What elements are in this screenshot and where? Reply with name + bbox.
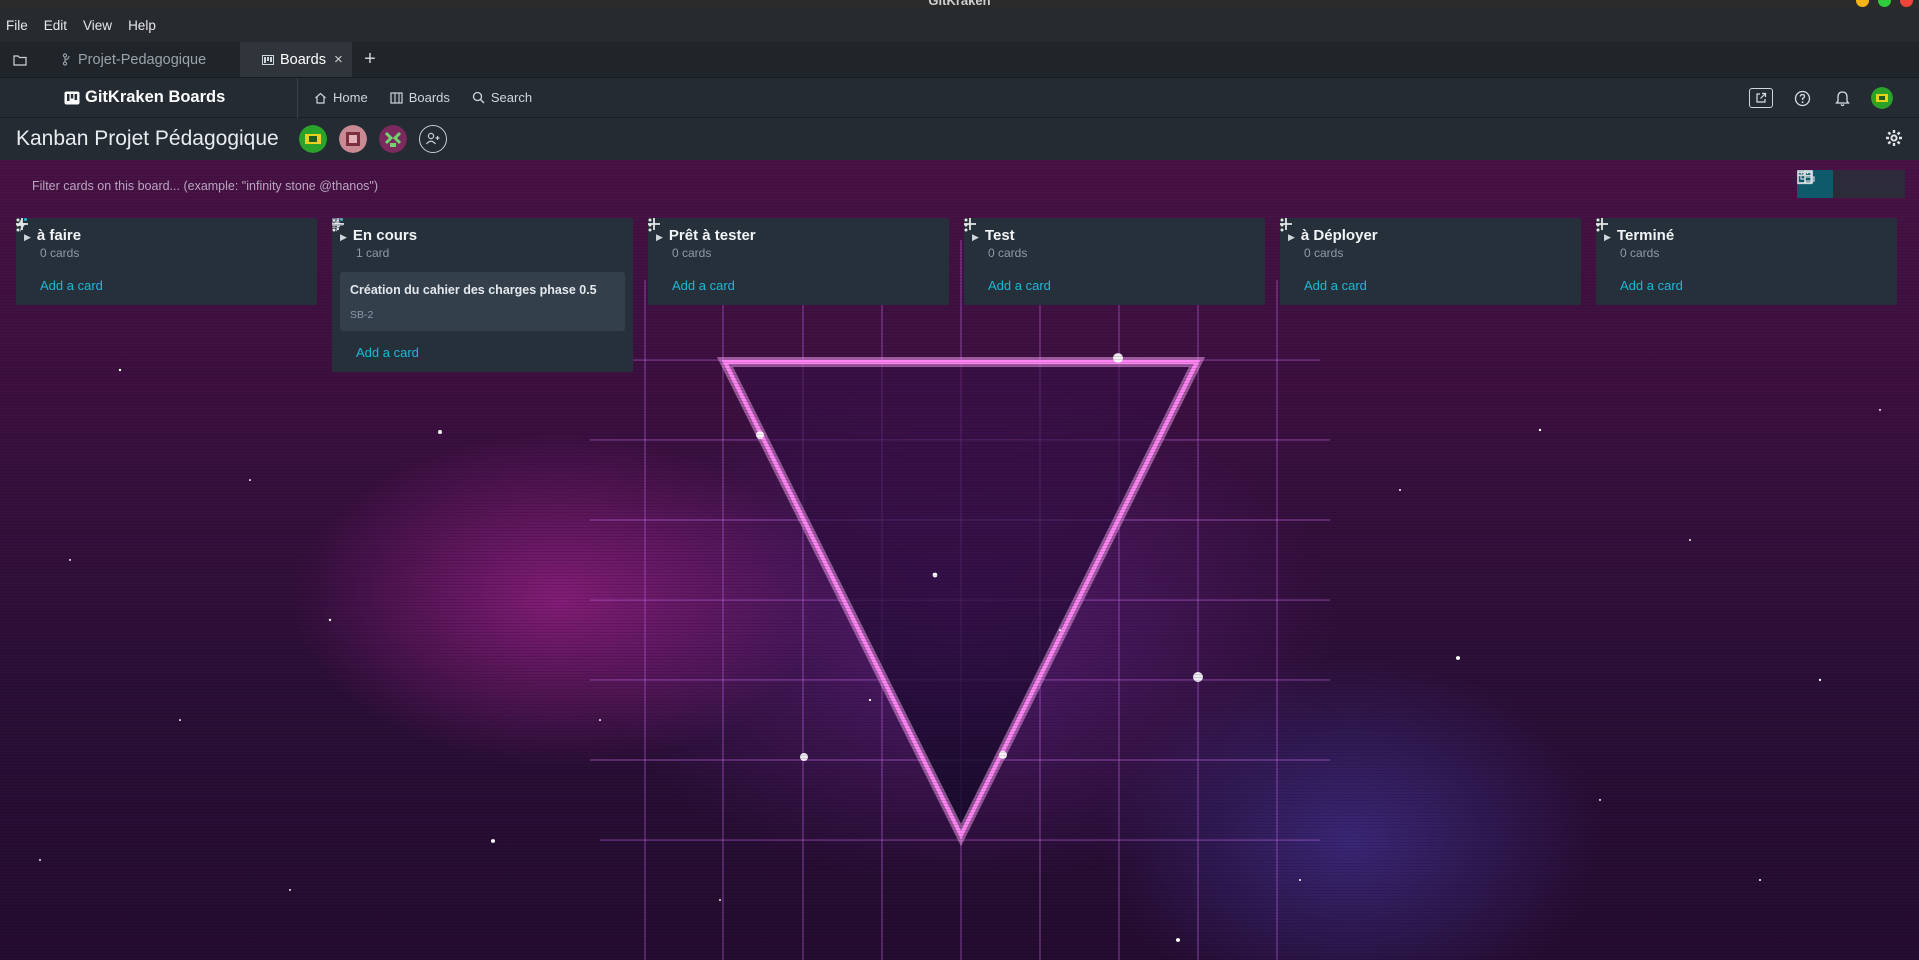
card-title: Création du cahier des charges phase 0.5 <box>350 283 597 297</box>
add-card-button[interactable]: Add a card <box>648 260 949 305</box>
board-settings-gear-icon[interactable] <box>1885 129 1903 152</box>
card-count: 0 cards <box>988 246 1028 260</box>
card-count: 0 cards <box>40 246 80 260</box>
column-title[interactable]: à faire <box>37 227 293 244</box>
search-icon <box>472 91 485 104</box>
nav-home-label: Home <box>333 90 368 105</box>
maximize-button[interactable] <box>1878 0 1891 7</box>
collapse-caret-icon[interactable]: ▶ <box>340 232 347 243</box>
board-icon <box>262 54 274 65</box>
member-avatar[interactable] <box>378 125 407 153</box>
column-a-deployer: ▶ à Déployer 0 cards Add a card <box>1280 218 1581 305</box>
add-tab-button[interactable]: + <box>352 42 388 77</box>
timeline-view-icon[interactable] <box>1797 170 1905 198</box>
menu-help[interactable]: Help <box>128 18 156 33</box>
column-a-faire: ▶ à faire 0 cards Add a card <box>16 218 317 305</box>
boards-icon <box>390 91 403 104</box>
tab-label: Projet-Pedagogique <box>78 51 207 68</box>
collapse-caret-icon[interactable]: ▶ <box>1288 232 1295 243</box>
board-canvas: Filter cards on this board... (example: … <box>0 160 1919 960</box>
brand[interactable]: GitKraken Boards <box>0 77 298 118</box>
card-count: 0 cards <box>672 246 712 260</box>
notifications-bell-icon[interactable] <box>1831 87 1853 109</box>
brand-name: GitKraken Boards <box>85 88 226 106</box>
add-member-icon[interactable] <box>418 125 447 153</box>
menu-edit[interactable]: Edit <box>44 18 67 33</box>
add-card-button[interactable]: Add a card <box>16 260 317 305</box>
collapse-caret-icon[interactable]: ▶ <box>656 232 663 243</box>
add-card-button[interactable]: Add a card <box>1280 260 1581 305</box>
card[interactable]: Création du cahier des charges phase 0.5… <box>332 218 625 331</box>
close-window-button[interactable] <box>1900 0 1913 7</box>
card-id: SB-2 <box>350 309 374 321</box>
tab-boards[interactable]: Boards × <box>240 42 352 77</box>
tab-projet-pedagogique[interactable]: Projet-Pedagogique <box>40 42 240 77</box>
nav-right <box>1749 78 1905 118</box>
nav-home[interactable]: Home <box>314 90 368 105</box>
folder-icon[interactable] <box>0 42 40 77</box>
window-controls <box>1856 0 1913 7</box>
menu-file[interactable]: File <box>6 18 28 33</box>
nav-search-label: Search <box>490 90 533 105</box>
collapse-caret-icon[interactable]: ▶ <box>24 232 31 243</box>
help-icon[interactable] <box>1791 87 1813 109</box>
collapse-caret-icon[interactable]: ▶ <box>972 232 979 243</box>
app-nav: GitKraken Boards Home Boards Search <box>0 77 1919 118</box>
add-card-button[interactable]: Add a card <box>1596 260 1897 305</box>
tab-label: Boards <box>280 51 326 68</box>
card-count: 1 card <box>356 246 390 260</box>
column-termine: ▶ Terminé 0 cards Add a card <box>1596 218 1897 305</box>
tab-bar: Projet-Pedagogique Boards × + <box>0 42 1919 78</box>
os-titlebar: GitKraken <box>0 0 1919 8</box>
member-avatar[interactable] <box>298 125 327 153</box>
home-icon <box>315 92 326 104</box>
calendar-view-icon[interactable] <box>1797 170 1869 198</box>
user-avatar[interactable] <box>1871 87 1893 109</box>
column-en-cours: ▶ En cours 1 card Création du cahier des… <box>332 218 633 372</box>
column-title[interactable]: Test <box>985 227 1249 244</box>
card-count: 0 cards <box>1620 246 1660 260</box>
board-header: Kanban Projet Pédagogique <box>0 118 1919 160</box>
column-title[interactable]: Terminé <box>1617 227 1881 244</box>
column-title[interactable]: à Déployer <box>1301 227 1565 244</box>
card-filter-input[interactable]: Filter cards on this board... (example: … <box>18 174 1778 198</box>
window-title: GitKraken <box>928 0 991 8</box>
add-card-button[interactable]: Add a card <box>332 331 633 372</box>
gitkraken-boards-logo-icon <box>64 91 80 105</box>
column-title[interactable]: En cours <box>353 227 609 244</box>
view-toggle <box>1797 170 1905 198</box>
card-count: 0 cards <box>1304 246 1344 260</box>
minimize-button[interactable] <box>1856 0 1869 7</box>
nav-boards[interactable]: Boards <box>390 90 450 105</box>
external-link-icon[interactable] <box>1749 88 1773 108</box>
menubar: File Edit View Help <box>0 8 1919 42</box>
member-avatar[interactable] <box>338 125 367 153</box>
column-test: ▶ Test 0 cards Add a card <box>964 218 1265 305</box>
column-title[interactable]: Prêt à tester <box>669 227 933 244</box>
column-pret-a-tester: ▶ Prêt à tester 0 cards Add a card <box>648 218 949 305</box>
git-branch-icon <box>62 53 72 66</box>
nav-links: Home Boards Search <box>314 90 554 105</box>
add-card-button[interactable]: Add a card <box>964 260 1265 305</box>
nav-boards-label: Boards <box>408 90 450 105</box>
close-icon[interactable]: × <box>334 51 343 68</box>
collapse-caret-icon[interactable]: ▶ <box>1604 232 1611 243</box>
menu-view[interactable]: View <box>83 18 112 33</box>
board-title[interactable]: Kanban Projet Pédagogique <box>16 127 279 151</box>
nav-search[interactable]: Search <box>472 90 532 105</box>
